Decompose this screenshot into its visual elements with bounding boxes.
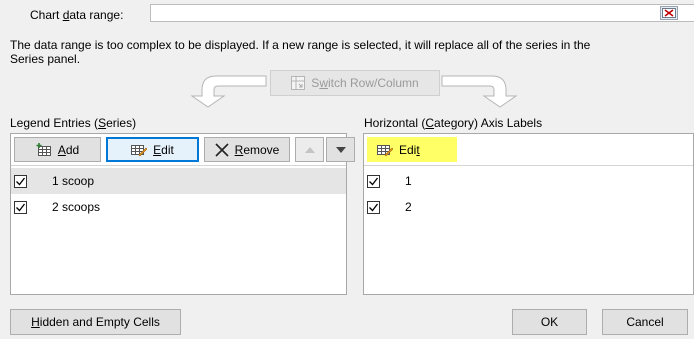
axis-title-accesskey: C (425, 116, 435, 130)
legend-item-label: 2 scoops (52, 200, 101, 214)
chart-data-range-label: Chart data range: (30, 8, 123, 22)
axis-edit-label-part: Edi (399, 142, 417, 157)
add-label: Add (58, 143, 79, 157)
legend-list-item[interactable]: 2 scoops (11, 194, 346, 220)
triangle-up-icon (304, 146, 315, 153)
legend-item-checkbox[interactable] (14, 174, 27, 188)
axis-edit-accesskey: t (416, 142, 420, 157)
edit-table-icon (377, 144, 393, 156)
legend-item-checkbox[interactable] (14, 200, 27, 214)
axis-title-part: Horizontal ( (364, 116, 426, 130)
edit-accesskey: E (153, 142, 162, 157)
hidden-empty-label: Hidden and Empty Cells (31, 315, 160, 329)
switch-label-part: itch Row/Column (327, 76, 419, 90)
ok-button[interactable]: OK (512, 309, 587, 335)
range-select-icon (662, 8, 676, 18)
switch-label-accesskey: w (319, 76, 328, 90)
chart-data-range-input[interactable] (150, 4, 694, 22)
range-label-part: ata range: (69, 8, 124, 22)
edit-label: Edit (153, 143, 174, 157)
checkmark-icon (369, 203, 379, 211)
legend-title-part: Legend Entries ( (10, 116, 99, 130)
switch-row-column-button[interactable]: Switch Row/Column (270, 70, 440, 96)
add-series-button[interactable]: Add (14, 137, 101, 162)
axis-labels-title: Horizontal (Category) Axis Labels (364, 116, 542, 130)
axis-list-item[interactable]: 2 (364, 194, 693, 220)
range-label-part: Chart (30, 8, 63, 22)
checkmark-icon (16, 203, 26, 211)
triangle-down-icon (335, 146, 346, 153)
curved-arrow-left-icon (190, 75, 267, 108)
hidden-and-empty-cells-button[interactable]: Hidden and Empty Cells (10, 309, 181, 335)
add-table-icon (36, 142, 51, 156)
cancel-button[interactable]: Cancel (602, 309, 688, 335)
axis-list-item[interactable]: 1 (364, 168, 693, 194)
axis-item-label: 2 (405, 200, 412, 214)
legend-entries-panel: Add Edit Remove 1 scoop 2 scoops (10, 133, 355, 295)
switch-row-column-label: Switch Row/Column (311, 76, 418, 90)
add-label-part: dd (65, 142, 80, 157)
edit-label-part: dit (161, 142, 174, 157)
legend-item-label: 1 scoop (52, 174, 95, 188)
edit-series-button[interactable]: Edit (106, 137, 199, 162)
remove-accesskey: R (234, 142, 244, 157)
collapse-dialog-button[interactable] (660, 6, 678, 20)
legend-title-part: eries) (106, 116, 137, 130)
add-accesskey: A (57, 142, 66, 157)
edit-axis-labels-button[interactable]: Edit (367, 137, 457, 162)
axis-labels-panel: Edit 1 2 (363, 133, 694, 295)
axis-item-checkbox[interactable] (367, 174, 380, 188)
legend-entries-title: Legend Entries (Series) (10, 116, 136, 130)
remove-label-part: emove (243, 142, 280, 157)
remove-series-button[interactable]: Remove (204, 137, 290, 162)
legend-list-item[interactable]: 1 scoop (11, 168, 346, 194)
checkmark-icon (369, 177, 379, 185)
axis-edit-label: Edit (399, 143, 420, 157)
move-up-button[interactable] (295, 137, 324, 162)
remove-label: Remove (235, 143, 280, 157)
axis-toolbar: Edit (364, 134, 693, 166)
switch-row-column-icon (291, 76, 306, 90)
hidden-label-part: idden and Empty Cells (39, 315, 160, 329)
curved-arrow-right-icon (441, 75, 518, 108)
axis-title-part: ategory) Axis Labels (434, 116, 543, 130)
legend-title-accesskey: S (98, 116, 107, 130)
axis-item-checkbox[interactable] (367, 200, 380, 214)
info-message: The data range is too complex to be disp… (10, 38, 591, 66)
legend-toolbar: Add Edit Remove (11, 134, 355, 166)
checkmark-icon (16, 177, 26, 185)
hidden-accesskey: H (31, 315, 40, 329)
remove-x-icon (215, 142, 229, 157)
move-down-button[interactable] (326, 137, 355, 162)
axis-item-label: 1 (405, 174, 412, 188)
edit-table-icon (131, 144, 148, 156)
